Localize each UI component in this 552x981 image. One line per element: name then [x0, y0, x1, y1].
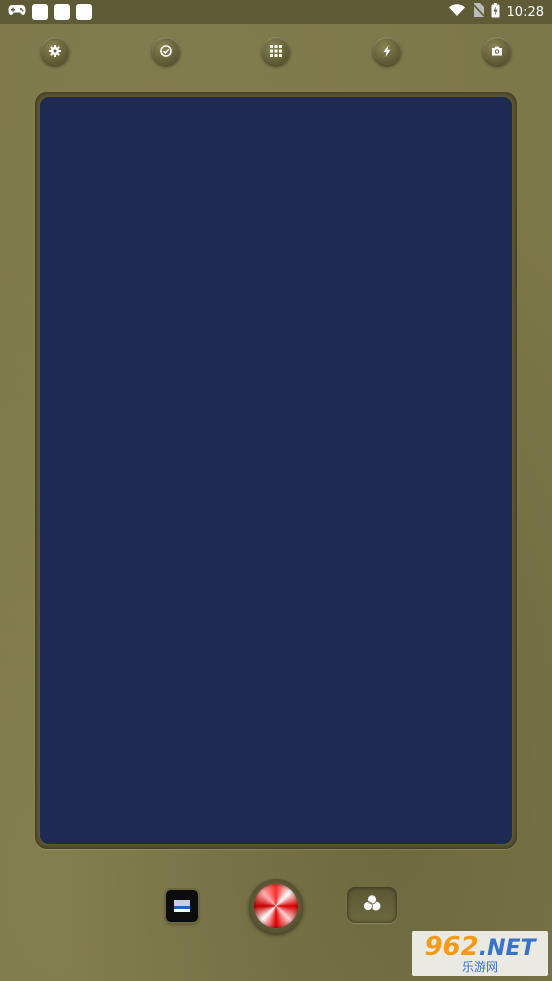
- wifi-icon: [448, 4, 465, 20]
- watermark-subtitle: 乐游网: [461, 960, 498, 974]
- grid-button[interactable]: [262, 37, 290, 65]
- watermark-number: 962: [424, 932, 479, 962]
- status-time: 10:28: [506, 4, 544, 20]
- gallery-thumbnail: [174, 900, 190, 912]
- shutter-button[interactable]: [249, 879, 303, 933]
- gallery-button[interactable]: [166, 890, 198, 922]
- settings-icon: [49, 42, 61, 61]
- shutter-core: [254, 884, 298, 928]
- flash-button[interactable]: [373, 37, 401, 65]
- notification-icon: [54, 4, 70, 20]
- timer-icon: [160, 42, 172, 61]
- flash-icon: [381, 42, 393, 61]
- settings-button[interactable]: [41, 37, 69, 65]
- battery-icon: [491, 2, 500, 22]
- switch-camera-button[interactable]: [483, 37, 511, 65]
- notification-icon: [76, 4, 92, 20]
- camera-toolbar: [0, 37, 552, 67]
- watermark-domain: .NET: [478, 936, 536, 961]
- grid-icon: [270, 42, 282, 61]
- timer-button[interactable]: [152, 37, 180, 65]
- filter-icon: [362, 894, 382, 916]
- site-watermark: 962.NET 乐游网: [412, 931, 548, 976]
- gamepad-icon: [8, 4, 26, 20]
- notification-icon: [32, 4, 48, 20]
- switch-camera-icon: [491, 42, 503, 61]
- filter-button[interactable]: [347, 887, 397, 923]
- status-bar: 10:28: [0, 0, 552, 24]
- no-sim-icon: [471, 3, 485, 21]
- camera-viewfinder[interactable]: [40, 97, 512, 844]
